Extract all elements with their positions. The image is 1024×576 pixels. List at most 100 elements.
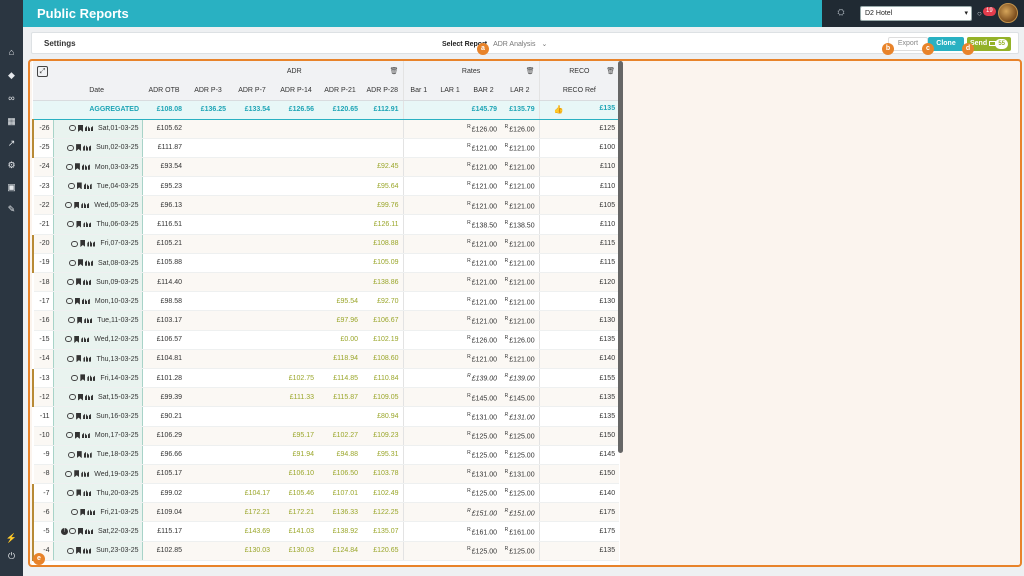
table-scrollbar[interactable]	[618, 61, 623, 453]
table-row[interactable]: -11 Sun,16-03-25 £90.21 £80.94 R£131.00 R£131…	[32, 406, 620, 427]
bookmark-icon[interactable]	[76, 489, 82, 497]
comment-icon[interactable]	[69, 394, 77, 401]
col-reco-ref[interactable]: RECO Ref	[538, 81, 620, 101]
chart-icon[interactable]	[81, 470, 90, 477]
map-icon[interactable]: ▣	[4, 181, 19, 193]
col-adr-p28[interactable]: ADR P-28	[362, 81, 404, 101]
comment-icon[interactable]	[69, 259, 77, 266]
table-row[interactable]: -5! Sat,22-03-25 £115.17 £143.69 £141.03 £138…	[32, 521, 620, 542]
table-row[interactable]: -12 Sat,15-03-25 £99.39 £111.33 £115.87 £109.…	[32, 387, 620, 408]
chart-icon[interactable]	[81, 202, 90, 209]
col-bar2[interactable]: BAR 2	[466, 81, 502, 101]
alert-icon[interactable]: !	[61, 527, 69, 535]
table-row[interactable]: -10 Mon,17-03-25 £106.29 £95.17 £102.27 £109.…	[32, 426, 620, 446]
chart-icon[interactable]	[83, 547, 92, 554]
bookmark-icon[interactable]	[76, 355, 82, 363]
chart-icon[interactable]	[83, 489, 92, 496]
bookmark-icon[interactable]	[74, 470, 80, 478]
bookmark-icon[interactable]	[77, 316, 83, 324]
chart-icon[interactable]	[85, 394, 94, 401]
comment-icon[interactable]	[65, 470, 73, 477]
chart-icon[interactable]	[87, 240, 96, 247]
binoculars-icon[interactable]: ∞	[4, 92, 19, 104]
table-row[interactable]: -24 Mon,03-03-25 £93.54 £92.45 R£121.00 R£121…	[32, 157, 620, 178]
bookmark-icon[interactable]	[78, 124, 84, 132]
table-row[interactable]: -26 Sat,01-03-25 £105.62 R£126.00 R£126.00 £1…	[32, 119, 620, 139]
table-row[interactable]: -7 Thu,20-03-25 £99.02 £104.17 £105.46 £107.0…	[32, 483, 620, 504]
comment-icon[interactable]	[67, 221, 75, 228]
comment-icon[interactable]	[68, 317, 76, 324]
bookmark-icon[interactable]	[76, 182, 82, 190]
table-row[interactable]: -6 Fri,21-03-25 £109.04 £172.21 £172.21 £136.…	[32, 502, 620, 523]
chart-icon[interactable]	[83, 182, 92, 189]
bookmark-icon[interactable]	[80, 240, 86, 248]
hotel-select[interactable]: D2 Hotel ▾	[860, 6, 972, 21]
table-row[interactable]: -23 Tue,04-03-25 £95.23 £95.64 R£121.00 R£121…	[32, 176, 620, 197]
table-row[interactable]: -4 Sun,23-03-25 £102.85 £130.03 £130.03 £124.…	[32, 541, 620, 561]
col-bar1[interactable]: Bar 1	[402, 81, 435, 101]
comment-icon[interactable]	[65, 432, 73, 439]
table-row[interactable]: -9 Tue,18-03-25 £96.66 £91.94 £94.88 £95.31 R£…	[32, 445, 620, 465]
col-adr-p21[interactable]: ADR P-21	[318, 81, 362, 101]
table-row[interactable]: -19 Sat,08-03-25 £105.88 £105.09 R£121.00 R£1…	[32, 253, 620, 274]
chart-icon[interactable]	[83, 221, 92, 228]
col-lar1[interactable]: LAR 1	[434, 81, 467, 101]
trash-icon[interactable]: 🗑	[390, 67, 399, 75]
chart-icon[interactable]	[85, 528, 94, 535]
chart-icon[interactable]	[85, 259, 94, 266]
bookmark-icon[interactable]	[74, 335, 80, 343]
table-row[interactable]: -18 Sun,09-03-25 £114.40 £138.86 R£121.00 R£1…	[32, 272, 620, 293]
bookmark-icon[interactable]	[76, 547, 82, 555]
bookmark-icon[interactable]	[76, 451, 82, 459]
comment-icon[interactable]	[65, 202, 73, 209]
table-row[interactable]: -8 Wed,19-03-25 £105.17 £106.10 £106.50 £103.…	[32, 464, 620, 485]
bookmark-icon[interactable]	[80, 508, 86, 516]
bookmark-icon[interactable]	[78, 393, 84, 401]
bookmark-icon[interactable]	[76, 278, 82, 286]
bookmark-icon[interactable]	[78, 259, 84, 267]
chart-icon[interactable]	[81, 336, 90, 343]
plug-icon[interactable]: ⚡	[4, 532, 19, 544]
comment-icon[interactable]	[67, 182, 75, 189]
table-row[interactable]: -17 Mon,10-03-25 £98.58 £95.54 £92.70 R£121.0…	[32, 291, 620, 312]
table-row[interactable]: -13 Fri,14-03-25 £101.28 £102.75 £114.85 £110…	[32, 368, 620, 389]
comment-icon[interactable]	[67, 547, 75, 554]
comment-icon[interactable]	[65, 298, 73, 305]
bookmark-icon[interactable]	[74, 201, 80, 209]
comment-icon[interactable]	[69, 125, 77, 132]
comment-icon[interactable]	[67, 144, 75, 151]
comment-icon[interactable]	[67, 451, 75, 458]
bookmark-icon[interactable]	[76, 144, 82, 152]
chart-icon[interactable]	[83, 278, 92, 285]
trash-icon[interactable]: 🗑	[526, 67, 535, 75]
avatar[interactable]	[998, 3, 1018, 23]
wrench-icon[interactable]: ✎	[4, 203, 19, 215]
chart-icon[interactable]	[81, 432, 90, 439]
comment-icon[interactable]	[65, 336, 73, 343]
bookmark-icon[interactable]	[76, 220, 82, 228]
comment-icon[interactable]	[67, 489, 75, 496]
trash-icon[interactable]: 🗑	[606, 67, 615, 75]
power-icon[interactable]: ⏻	[4, 550, 19, 562]
chart-icon[interactable]	[83, 413, 92, 420]
table-row[interactable]: -20 Fri,07-03-25 £105.21 £108.88 R£121.00 R£1…	[32, 234, 620, 254]
grid-icon[interactable]: ▦	[4, 115, 19, 127]
table-row[interactable]: -16 Tue,11-03-25 £103.17 £97.96 £106.67 R£121…	[32, 310, 620, 331]
home-icon[interactable]: ⌂	[4, 46, 19, 58]
expand-icon[interactable]: ⤢	[37, 65, 48, 77]
col-adr-p3[interactable]: ADR P-3	[186, 81, 230, 101]
comment-icon[interactable]	[67, 355, 75, 362]
table-row[interactable]: -14 Thu,13-03-25 £104.81 £118.94 £108.60 R£12…	[32, 349, 620, 369]
col-lar2[interactable]: LAR 2	[501, 81, 540, 101]
bookmark-icon[interactable]	[74, 431, 80, 439]
table-row[interactable]: -21 Thu,06-03-25 £116.51 £126.11 R£138.50 R£1…	[32, 214, 620, 235]
diamond-icon[interactable]: ◆	[4, 69, 19, 81]
chart-icon[interactable]	[85, 125, 94, 132]
col-adr-p7[interactable]: ADR P-7	[230, 81, 274, 101]
bookmark-icon[interactable]	[78, 527, 84, 535]
table-row[interactable]: -22 Wed,05-03-25 £96.13 £99.76 R£121.00 R£121…	[32, 195, 620, 216]
comment-icon[interactable]	[69, 528, 77, 535]
bookmark-icon[interactable]	[76, 412, 82, 420]
trend-icon[interactable]: ↗	[4, 137, 19, 149]
chart-icon[interactable]	[83, 355, 92, 362]
